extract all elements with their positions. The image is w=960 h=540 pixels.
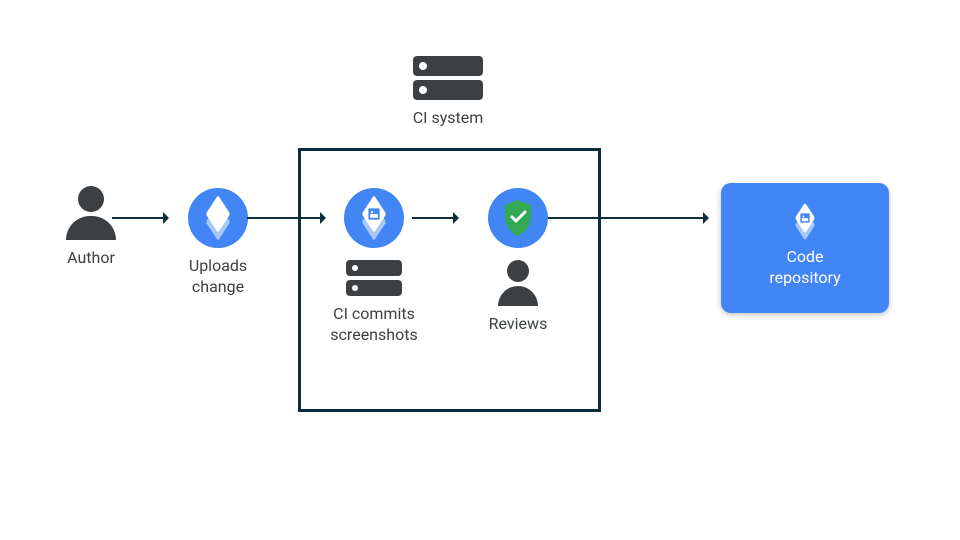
arrow: [112, 217, 168, 219]
uploads-label: Uploads change: [163, 256, 273, 298]
author-node: Author: [46, 186, 136, 269]
uploads-change-node: Uploads change: [163, 188, 273, 298]
server-icon: [413, 56, 483, 100]
shield-check-icon: [488, 188, 548, 248]
reviews-label: Reviews: [463, 314, 573, 335]
arrow: [412, 217, 458, 219]
author-label: Author: [46, 248, 136, 269]
layers-image-icon: [344, 188, 404, 248]
ci-system-label: CI system: [378, 108, 518, 129]
layers-image-icon: [790, 207, 820, 237]
code-repository-node: Code repository: [721, 183, 889, 313]
user-icon: [63, 186, 119, 240]
ci-commits-label: CI commits screenshots: [309, 304, 439, 346]
ci-system-node: CI system: [378, 56, 518, 129]
layers-icon: [188, 188, 248, 248]
reviews-node: Reviews: [463, 188, 573, 335]
repo-label: Code repository: [769, 247, 840, 289]
arrow: [548, 217, 708, 219]
server-icon: [346, 260, 402, 296]
ci-commits-node: CI commits screenshots: [309, 188, 439, 346]
user-icon: [490, 260, 546, 306]
